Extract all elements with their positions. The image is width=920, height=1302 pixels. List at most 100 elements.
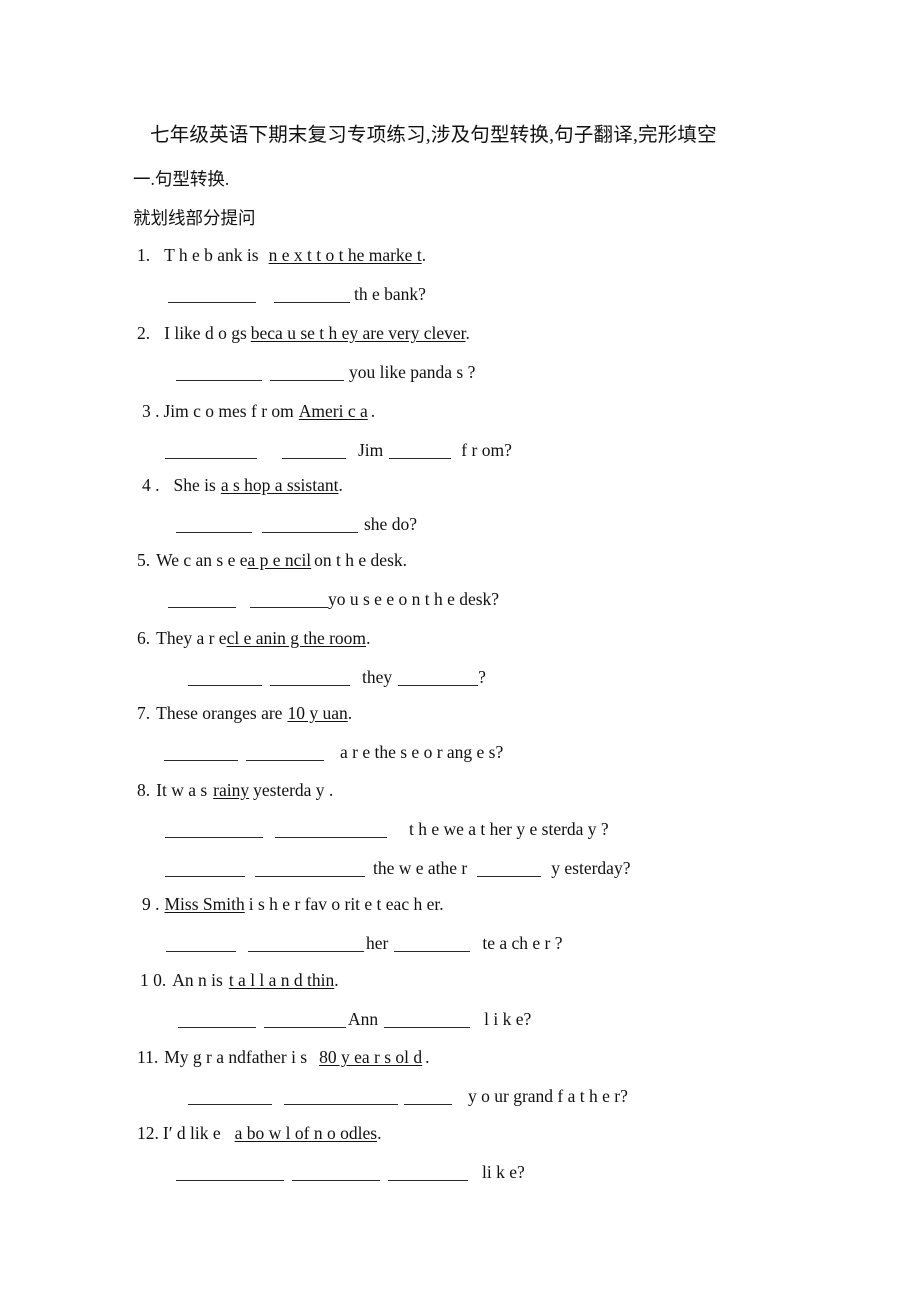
question-underlined-part: n e x t t o t he marke t [268,245,422,265]
answer-blank[interactable] [250,594,328,608]
answer-blank[interactable] [394,938,471,952]
question-text-before: These oranges are [156,703,283,723]
answer-blank[interactable] [176,519,252,533]
answer-blank[interactable] [264,1014,346,1028]
question-text-after: on t h e desk. [314,550,408,570]
question-number: 7. [137,703,151,723]
answer-blank[interactable] [168,594,236,608]
answer-mid-text: Ann [348,1009,379,1029]
answer-tail-text: yo u s e e o n t h e desk? [328,589,500,609]
question-text-before: They a r e [156,628,227,648]
answer-line[interactable]: Jim f r om? [165,440,512,460]
answer-line[interactable]: her te a ch e r ? [166,934,563,953]
answer-tail-text: y o ur grand f a t h e r? [468,1086,628,1106]
answer-line[interactable]: y o ur grand f a t h e r? [188,1086,628,1106]
answer-blank[interactable] [292,1167,380,1181]
question-text-after: . [421,245,427,265]
answer-blank[interactable] [270,672,350,686]
answer-line[interactable]: you like panda s ? [176,362,476,382]
question-line: 1 0. An n is t a l l a n d thin. [140,970,339,990]
question-line: 11. My g r a ndfather i s 80 y ea r s ol d… [137,1047,430,1067]
section-heading-sentence-transformation: 一.句型转换. [133,169,230,189]
question-text-before: I like d o gs [164,323,247,343]
question-text-before: I′ d lik e [162,1123,221,1143]
question-number: 4 . [142,475,160,495]
question-line: 9 . Miss Smith i s h e r fav o rit e t eac… [142,894,444,914]
question-line: 2. I like d o gs beca u se t h ey are very… [137,323,470,343]
answer-blank[interactable] [165,863,245,877]
answer-tail-text: y esterday? [551,858,631,878]
answer-blank[interactable] [282,445,346,459]
answer-blank[interactable] [388,1167,468,1181]
answer-line[interactable]: th e bank? [168,285,426,304]
answer-line[interactable]: yo u s e e o n t h e desk? [168,589,500,609]
answer-blank[interactable] [270,367,344,381]
answer-blank[interactable] [398,672,479,686]
question-text-before: My g r a ndfather i s [164,1047,308,1067]
answer-line[interactable]: li k e? [176,1162,525,1182]
question-underlined-part: beca u se t h ey are very clever [250,323,466,343]
question-text-before: She is [173,475,216,495]
question-line: 4 . She is a s hop a ssistant. [142,475,343,495]
answer-blank[interactable] [284,1091,398,1105]
question-text-before: Jim c o mes f r om [163,401,294,421]
question-underlined-part: a s hop a ssistant [220,475,339,495]
question-number: 3 . [142,401,160,421]
answer-tail-text: li k e? [482,1162,525,1182]
question-text-after: . [334,970,339,990]
answer-line[interactable]: Ann l i k e? [178,1009,531,1029]
question-underlined-part: t a l l a n d thin [228,970,335,990]
question-number: 6. [137,628,151,648]
answer-blank[interactable] [165,824,263,838]
answer-blank[interactable] [404,1091,452,1105]
answer-blank[interactable] [389,445,452,459]
answer-tail-text: ? [478,667,486,687]
question-number: 2. [137,323,151,343]
answer-blank[interactable] [178,1014,256,1028]
answer-blank[interactable] [168,289,256,303]
answer-line[interactable]: she do? [176,515,417,534]
answer-line[interactable]: a r e the s e o r ang e s? [164,743,503,762]
question-text-before: An n is [172,970,223,990]
answer-blank[interactable] [275,824,387,838]
question-underlined-part: cl e anin g the room [226,628,367,648]
question-line: 8. It w a s rainy yesterda y . [137,781,333,800]
question-text-after: . [338,475,343,495]
answer-tail-text: f r om? [461,440,512,460]
answer-blank[interactable] [188,1091,272,1105]
answer-blank[interactable] [384,1014,471,1028]
answer-tail-text: you like panda s ? [349,362,476,382]
question-underlined-part: 80 y ea r s ol d [319,1047,423,1067]
answer-blank[interactable] [166,938,236,952]
question-text-after: . [377,1123,382,1143]
answer-line[interactable]: they? [188,667,486,687]
answer-blank[interactable] [255,863,365,877]
answer-line[interactable]: the w e athe r y esterday? [165,858,631,878]
answer-tail-text: t h e we a t her y e sterda y ? [409,819,609,839]
answer-blank[interactable] [262,519,358,533]
answer-blank[interactable] [176,1167,284,1181]
question-text-after: . [347,703,353,723]
question-number: 12. [137,1123,159,1143]
question-line: 5. We c an s e ea p e ncil on t h e desk. [137,550,408,570]
answer-blank[interactable] [165,445,257,459]
question-line: 7. These oranges are 10 y uan. [137,703,353,723]
answer-blank[interactable] [248,938,364,952]
answer-blank[interactable] [188,672,262,686]
answer-blank[interactable] [246,747,324,761]
answer-blank[interactable] [164,747,238,761]
question-text-after: . [370,401,376,421]
question-underlined-part: a bo w l of n o odles [234,1123,378,1143]
question-underlined-part: a p e ncil [247,550,312,570]
answer-blank[interactable] [477,863,542,877]
question-number: 1. [137,245,151,265]
answer-line[interactable]: t h e we a t her y e sterda y ? [165,819,609,839]
question-number: 11. [137,1047,159,1067]
answer-blank[interactable] [274,289,350,303]
answer-mid-text: Jim [358,440,384,460]
answer-mid-text: they [362,667,393,687]
answer-blank[interactable] [176,367,262,381]
question-underlined-part: Ameri c a [298,401,368,421]
question-line: 1. T h e b ank is n e x t t o t he marke t… [137,245,427,265]
question-text-after: i s h e r fav o rit e t eac h er. [248,894,444,914]
